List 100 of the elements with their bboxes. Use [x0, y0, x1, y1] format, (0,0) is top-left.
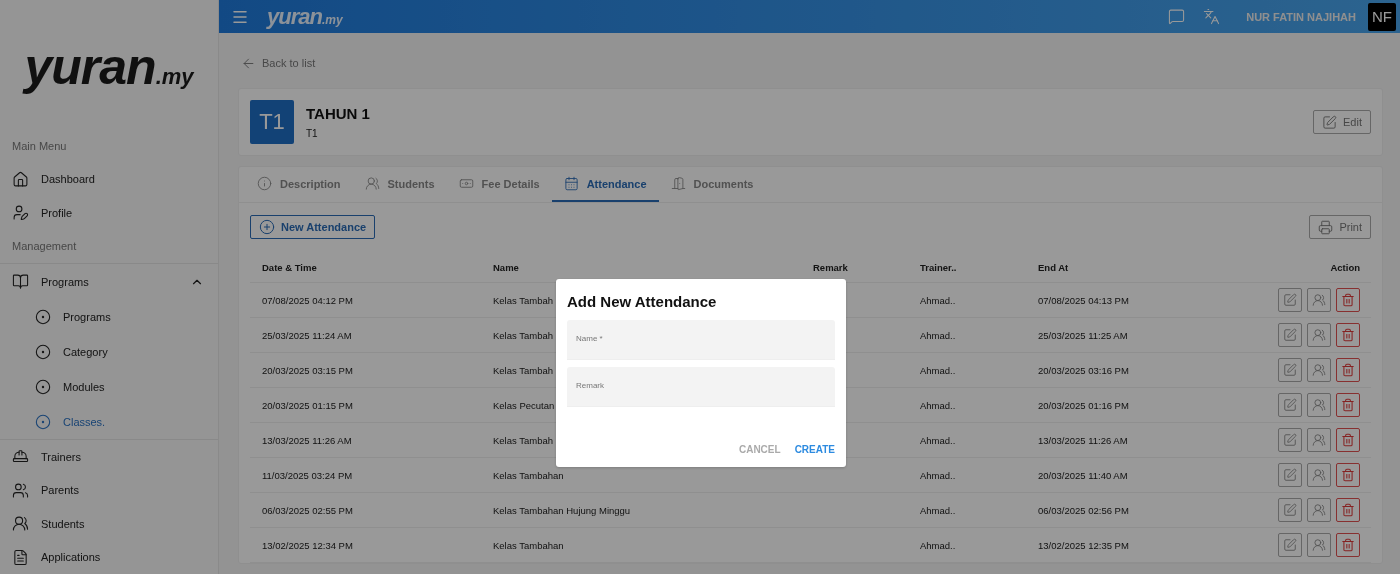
table-cell: Ahmad.. — [920, 539, 956, 551]
delete-button[interactable] — [1336, 428, 1360, 452]
cancel-button[interactable]: CANCEL — [738, 444, 781, 455]
sidebar-item[interactable]: Applications — [0, 540, 218, 574]
sidebar-item[interactable]: Programs — [0, 264, 218, 300]
sidebar-item[interactable]: Programs — [0, 299, 218, 335]
tab[interactable]: Description — [245, 167, 353, 202]
group-icon — [1312, 468, 1326, 482]
group-icon — [1312, 398, 1326, 412]
table-cell: 20/03/2025 03:15 PM — [262, 364, 353, 376]
edit-button[interactable] — [1278, 323, 1302, 347]
delete-button[interactable] — [1336, 498, 1360, 522]
group-icon — [12, 515, 29, 533]
edit-button[interactable] — [1278, 533, 1302, 557]
home-icon — [12, 170, 29, 188]
class-title: TAHUN 1 — [306, 105, 371, 122]
edit-button[interactable] — [1278, 358, 1302, 382]
table-cell: 06/03/2025 02:55 PM — [262, 504, 353, 516]
students-button[interactable] — [1307, 463, 1331, 487]
table-cell: Kelas Tambahan Hujung Minggu — [493, 504, 631, 516]
message-icon[interactable] — [1168, 8, 1186, 25]
group-icon — [1312, 538, 1326, 552]
input-field[interactable]: Remark — [567, 367, 835, 407]
table-cell: Ahmad.. — [920, 399, 956, 411]
radio-dot-icon — [35, 343, 51, 360]
tab[interactable]: Attendance — [551, 167, 659, 202]
new-attendance-button[interactable]: New Attendance — [250, 215, 376, 239]
column-header: Action — [1329, 262, 1361, 273]
students-button[interactable] — [1307, 393, 1331, 417]
table-cell: Ahmad.. — [920, 329, 956, 341]
table-cell: 13/02/2025 12:34 PM — [262, 539, 353, 551]
tab[interactable]: Fee Details — [446, 167, 552, 202]
trash-icon — [1341, 328, 1355, 342]
edit-icon — [1283, 293, 1297, 307]
create-button[interactable]: CREATE — [794, 444, 835, 455]
sidebar-item[interactable]: Category — [0, 334, 218, 370]
students-button[interactable] — [1307, 358, 1331, 382]
edit-icon — [1283, 328, 1297, 342]
delete-button[interactable] — [1336, 463, 1360, 487]
back-link[interactable]: Back to list — [241, 53, 1383, 73]
delete-button[interactable] — [1336, 358, 1360, 382]
trash-icon — [1341, 398, 1355, 412]
edit-button[interactable] — [1278, 463, 1302, 487]
sidebar-item[interactable]: Dashboard — [0, 162, 218, 197]
edit-button[interactable] — [1278, 498, 1302, 522]
table-cell: 07/08/2025 04:13 PM — [1038, 294, 1129, 306]
table-cell: 06/03/2025 02:56 PM — [1038, 504, 1129, 516]
column-header: Remark — [813, 262, 848, 273]
table-cell: Kelas Tambahan — [493, 539, 564, 551]
sidebar-item[interactable]: Classes. — [0, 404, 218, 440]
sidebar-item[interactable]: Parents — [0, 473, 218, 508]
printer-icon — [1318, 219, 1334, 235]
edit-button[interactable] — [1278, 428, 1302, 452]
sidebar-item[interactable]: Trainers — [0, 440, 218, 474]
table-cell: 13/02/2025 12:35 PM — [1038, 539, 1129, 551]
edit-icon — [1322, 114, 1338, 130]
students-button[interactable] — [1307, 288, 1331, 312]
document-icon — [12, 548, 29, 566]
sidebar-item[interactable]: Students — [0, 507, 218, 541]
delete-button[interactable] — [1336, 533, 1360, 557]
sidebar-item[interactable]: Modules — [0, 369, 218, 405]
section-header: Management — [11, 239, 78, 255]
group-icon — [1312, 503, 1326, 517]
table-cell: Ahmad.. — [920, 364, 956, 376]
group-icon — [1312, 363, 1326, 377]
input-field[interactable]: Name * — [567, 320, 835, 360]
trash-icon — [1341, 363, 1355, 377]
user-avatar[interactable]: NF — [1368, 2, 1396, 31]
table-cell: 20/03/2025 01:15 PM — [262, 399, 353, 411]
group-icon — [1312, 433, 1326, 447]
delete-button[interactable] — [1336, 323, 1360, 347]
delete-button[interactable] — [1336, 288, 1360, 312]
edit-icon — [1283, 363, 1297, 377]
table-cell: 25/03/2025 11:24 AM — [262, 329, 352, 341]
edit-button[interactable] — [1278, 288, 1302, 312]
translate-icon[interactable] — [1203, 8, 1221, 25]
students-button[interactable] — [1307, 533, 1331, 557]
students-button[interactable] — [1307, 323, 1331, 347]
class-code: T1 — [306, 128, 319, 139]
radio-dot-icon — [35, 378, 51, 395]
sidebar-item[interactable]: Profile — [0, 196, 218, 230]
table-cell: Kelas Tambah — [493, 434, 554, 446]
door-icon — [670, 176, 686, 191]
table-cell: 13/03/2025 11:26 AM — [262, 434, 352, 446]
table-cell: Ahmad.. — [920, 469, 956, 481]
students-button[interactable] — [1307, 428, 1331, 452]
edit-icon — [1283, 538, 1297, 552]
table-cell: 07/08/2025 04:12 PM — [262, 294, 353, 306]
delete-button[interactable] — [1336, 393, 1360, 417]
edit-icon — [1283, 433, 1297, 447]
students-button[interactable] — [1307, 498, 1331, 522]
edit-button[interactable]: Edit — [1313, 110, 1371, 134]
print-button[interactable]: Print — [1309, 215, 1371, 239]
tab[interactable]: Students — [352, 167, 447, 202]
table-cell: Kelas Tambah — [493, 329, 554, 341]
info-icon — [257, 176, 272, 191]
table-cell: Kelas Tambah — [493, 364, 554, 376]
tab[interactable]: Documents — [658, 167, 766, 202]
group-icon — [364, 176, 380, 191]
edit-button[interactable] — [1278, 393, 1302, 417]
